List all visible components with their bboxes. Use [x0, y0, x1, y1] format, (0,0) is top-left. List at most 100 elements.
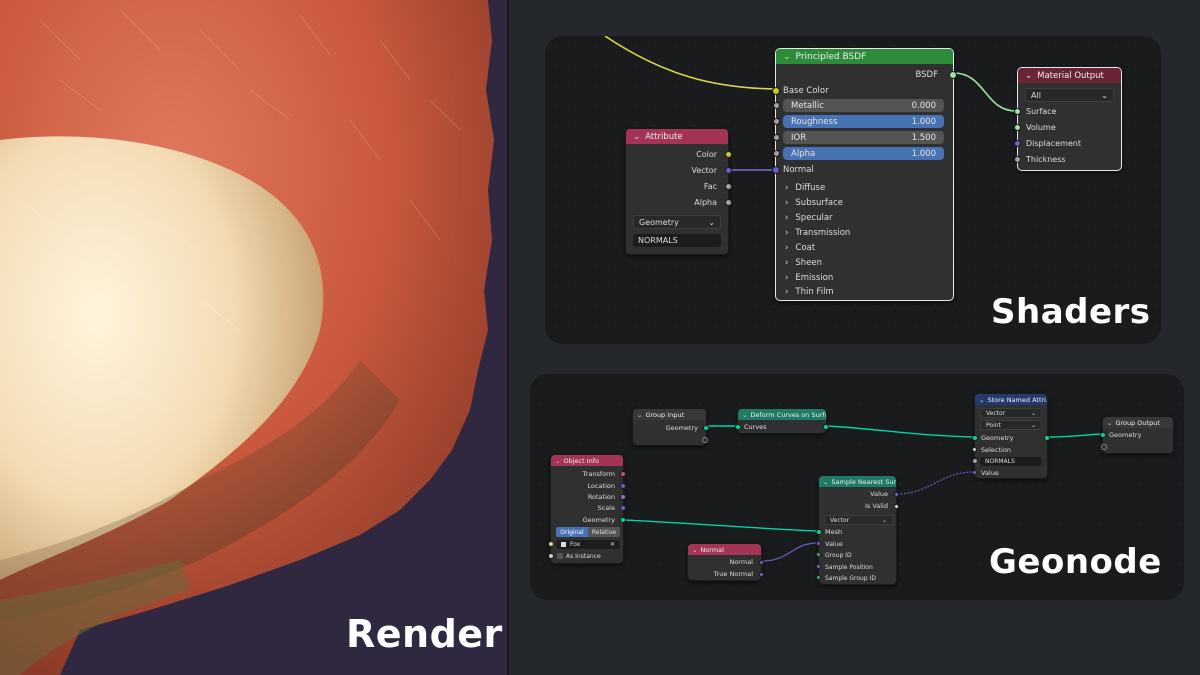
- store-name-field[interactable]: NORMALS: [980, 457, 1042, 466]
- store-named-attribute-node[interactable]: ⌄ Store Named Attri... Vector ⌄ Point ⌄ Ge…: [970, 393, 1050, 479]
- oi-rotation-socket[interactable]: [620, 494, 626, 500]
- panel-diffuse[interactable]: › Diffuse: [785, 181, 825, 195]
- ior-field[interactable]: IOR 1.500: [783, 131, 944, 144]
- store-geometry-in-socket[interactable]: [972, 435, 978, 441]
- oi-mode-original-button[interactable]: Original: [556, 527, 588, 537]
- normal-socket[interactable]: [772, 166, 780, 174]
- deform-curves-in-socket[interactable]: [735, 424, 741, 430]
- roughness-socket[interactable]: [773, 118, 780, 125]
- oi-object-socket[interactable]: [548, 541, 554, 547]
- group-output-header[interactable]: ⌄ Group Output: [1103, 417, 1173, 428]
- base-color-socket[interactable]: [772, 87, 780, 95]
- chevron-down-icon[interactable]: ⌄: [823, 478, 828, 486]
- attr-alpha-socket[interactable]: [725, 199, 732, 206]
- metallic-field[interactable]: Metallic 0.000: [783, 99, 944, 112]
- oi-geometry-row: Geometry: [551, 515, 623, 525]
- deform-curves-out-socket[interactable]: [823, 424, 829, 430]
- oi-scale-socket[interactable]: [620, 505, 626, 511]
- chevron-down-icon[interactable]: ⌄: [1107, 419, 1112, 427]
- chevron-down-icon[interactable]: ⌄: [742, 411, 747, 419]
- object-info-node[interactable]: ⌄ Object Info Transform Location Rotatio…: [548, 454, 626, 564]
- oi-as-instance-row[interactable]: As Instance: [551, 551, 623, 561]
- chevron-down-icon[interactable]: ⌄: [979, 396, 984, 404]
- group-input-node[interactable]: ⌄ Group Input Geometry: [632, 408, 709, 446]
- chevron-down-icon[interactable]: ⌄: [692, 546, 697, 554]
- principled-bsdf-header[interactable]: ⌄ Principled BSDF: [776, 49, 953, 64]
- material-output-header[interactable]: ⌄ Material Output: [1018, 68, 1121, 83]
- chevron-down-icon[interactable]: ⌄: [633, 132, 640, 142]
- store-attribute-header[interactable]: ⌄ Store Named Attri...: [975, 394, 1047, 405]
- attribute-type-dropdown[interactable]: Geometry ⌄: [633, 215, 721, 229]
- chevron-right-icon: ›: [785, 273, 789, 283]
- chevron-down-icon: ⌄: [708, 217, 715, 227]
- go-geometry-socket[interactable]: [1100, 432, 1106, 438]
- normal-header[interactable]: ⌄ Normal: [688, 544, 761, 555]
- panel-transmission[interactable]: › Transmission: [785, 226, 850, 240]
- deform-to-store-link: [826, 425, 975, 438]
- sn-type-dropdown[interactable]: Vector ⌄: [824, 515, 893, 525]
- chevron-down-icon[interactable]: ⌄: [555, 457, 560, 465]
- panel-specular[interactable]: › Specular: [785, 211, 833, 225]
- bsdf-output-socket[interactable]: [949, 71, 957, 79]
- as-instance-checkbox[interactable]: [557, 553, 563, 559]
- store-type-dropdown[interactable]: Vector ⌄: [980, 408, 1042, 418]
- store-selection-row: Selection: [975, 445, 1047, 455]
- ior-socket[interactable]: [773, 134, 780, 141]
- principled-bsdf-node[interactable]: ⌄ Principled BSDF BSDF Base Color Metall…: [772, 48, 957, 301]
- attribute-name-field[interactable]: NORMALS: [633, 234, 721, 247]
- object-icon: [561, 542, 566, 547]
- object-info-header[interactable]: ⌄ Object Info: [551, 455, 623, 466]
- normal-node[interactable]: ⌄ Normal Normal True Normal: [687, 543, 766, 581]
- oi-geometry-socket[interactable]: [620, 517, 626, 523]
- panel-coat[interactable]: › Coat: [785, 241, 815, 255]
- oi-transform-socket[interactable]: [620, 471, 626, 477]
- oi-location-socket[interactable]: [620, 483, 626, 489]
- attr-fac-row: Fac: [626, 180, 728, 193]
- store-geometry-out-socket[interactable]: [1044, 435, 1050, 441]
- attribute-header[interactable]: ⌄ Attribute: [626, 129, 728, 144]
- panel-thin-film[interactable]: › Thin Film: [785, 285, 834, 299]
- attr-color-socket[interactable]: [725, 151, 732, 158]
- group-input-header[interactable]: ⌄ Group Input: [633, 409, 706, 420]
- geometry-nodes-panel[interactable]: ⌄ Group Input Geometry ⌄ Deform Curves o…: [530, 374, 1184, 600]
- clear-icon[interactable]: ✕: [610, 541, 615, 548]
- deform-curves-node[interactable]: ⌄ Deform Curves on Surfa... Curves: [735, 408, 829, 434]
- chevron-down-icon[interactable]: ⌄: [1025, 71, 1032, 81]
- gi-geometry-socket[interactable]: [703, 425, 709, 431]
- attr-fac-socket[interactable]: [725, 183, 732, 190]
- deform-curves-header[interactable]: ⌄ Deform Curves on Surfa...: [738, 409, 826, 420]
- sn-mesh-socket[interactable]: [816, 529, 822, 535]
- oi-mode-relative-button[interactable]: Relative: [588, 527, 620, 537]
- store-domain-dropdown[interactable]: Point ⌄: [980, 420, 1042, 430]
- material-output-node[interactable]: ⌄ Material Output All ⌄ Surface Volume D…: [1014, 67, 1122, 171]
- material-target-dropdown[interactable]: All ⌄: [1025, 88, 1114, 102]
- panel-emission[interactable]: › Emission: [785, 271, 833, 285]
- shader-editor-panel[interactable]: ⌄ Principled BSDF BSDF Base Color Metall…: [545, 36, 1161, 344]
- mo-surface-socket[interactable]: [1014, 108, 1021, 115]
- mo-displacement-socket[interactable]: [1014, 140, 1021, 147]
- sample-nearest-surface-node[interactable]: ⌄ Sample Nearest Surf... Value Is Valid …: [814, 475, 901, 585]
- alpha-socket[interactable]: [773, 150, 780, 157]
- mo-volume-socket[interactable]: [1014, 124, 1021, 131]
- roughness-field[interactable]: Roughness 1.000: [783, 115, 944, 128]
- metallic-socket[interactable]: [773, 102, 780, 109]
- go-extend-socket[interactable]: [1101, 444, 1107, 450]
- group-output-node[interactable]: ⌄ Group Output Geometry: [1100, 416, 1174, 454]
- attribute-node[interactable]: ⌄ Attribute Color Vector Fac Alpha Geome…: [625, 128, 732, 255]
- panel-sheen[interactable]: › Sheen: [785, 256, 822, 270]
- attr-vector-socket[interactable]: [725, 167, 732, 174]
- alpha-field[interactable]: Alpha 1.000: [783, 147, 944, 160]
- sn-sample-position-label: Sample Position: [825, 563, 873, 571]
- store-name-socket[interactable]: [972, 458, 978, 464]
- gi-extend-socket[interactable]: [702, 437, 708, 443]
- oi-as-instance-socket[interactable]: [548, 553, 554, 559]
- chevron-down-icon[interactable]: ⌄: [783, 52, 791, 62]
- attr-color-label: Color: [696, 150, 717, 159]
- mo-thickness-socket[interactable]: [1014, 156, 1021, 163]
- oi-object-field[interactable]: Fox ✕: [556, 540, 620, 549]
- chevron-down-icon[interactable]: ⌄: [637, 411, 642, 419]
- sample-nearest-header[interactable]: ⌄ Sample Nearest Surf...: [819, 476, 896, 487]
- panel-subsurface[interactable]: › Subsurface: [785, 196, 843, 210]
- attr-vector-label: Vector: [691, 166, 718, 175]
- oi-object-value: Fox: [570, 541, 581, 548]
